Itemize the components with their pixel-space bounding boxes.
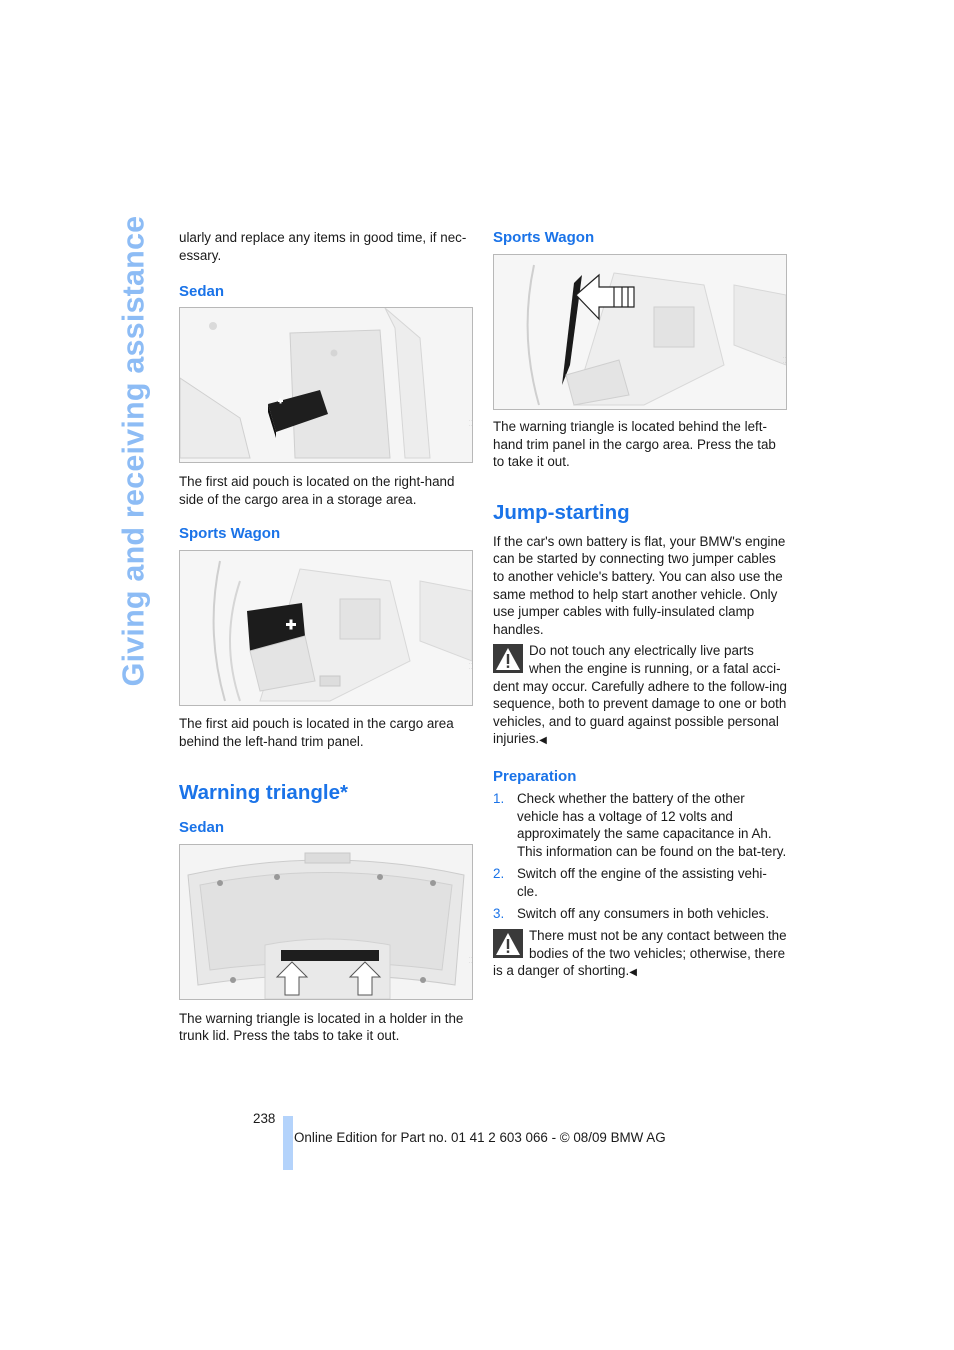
image-code: ⋮⋮ xyxy=(469,418,473,429)
step-item: 1. Check whether the battery of the othe… xyxy=(493,790,787,860)
footer-edition-text: Online Edition for Part no. 01 41 2 603 … xyxy=(294,1130,666,1145)
first-aid-sedan-illustration: ⋮⋮ xyxy=(179,307,473,464)
warning-triangle-wagon-illustration: ⋮⋮ xyxy=(493,254,787,410)
first-aid-wagon-illustration: ⋮⋮ xyxy=(179,550,473,707)
step-item: 3. Switch off any consumers in both vehi… xyxy=(493,905,787,923)
first-aid-wagon-caption: The first aid pouch is located in the ca… xyxy=(179,716,454,749)
preparation-heading: Preparation xyxy=(493,767,577,785)
warning-note-2: There must not be any contact between th… xyxy=(493,927,787,982)
right-column: Sports Wagon ⋮⋮ The warning triangle is … xyxy=(493,229,787,982)
end-mark: ◀ xyxy=(539,735,547,747)
warning-note-1: Do not touch any electrically live parts… xyxy=(493,642,787,750)
step-number: 1. xyxy=(493,790,505,806)
image-code: ⋮⋮ xyxy=(783,355,787,365)
step-text: Check whether the battery of the other v… xyxy=(517,790,787,859)
footer-accent-bar xyxy=(283,1116,293,1170)
image-code: ⋮⋮ xyxy=(469,661,473,672)
step-item: 2. Switch off the engine of the assistin… xyxy=(493,865,787,900)
page-number: 238 xyxy=(253,1111,276,1126)
step-text: Switch off any consumers in both vehicle… xyxy=(517,906,770,922)
left-column: ularly and replace any items in good tim… xyxy=(179,229,473,1045)
warning-triangle-icon xyxy=(493,929,523,959)
intro-text: ularly and replace any items in good tim… xyxy=(179,230,467,263)
end-mark: ◀ xyxy=(629,967,637,979)
warning-triangle-wagon-caption: The warning triangle is located behind t… xyxy=(493,419,776,470)
warning-triangle-sedan-heading: Sedan xyxy=(179,818,225,836)
jump-starting-intro: If the car's own battery is flat, your B… xyxy=(493,533,786,637)
warning-note-1-text: Do not touch any electrically live parts… xyxy=(493,643,788,747)
first-aid-sedan-caption: The first aid pouch is located on the ri… xyxy=(179,474,455,507)
warning-triangle-icon xyxy=(493,644,523,674)
warning-triangle-sedan-illustration: ⋮⋮ xyxy=(179,843,473,1000)
warning-triangle-wagon-heading: Sports Wagon xyxy=(493,229,595,246)
chapter-side-title-text: Giving and receiving assistance xyxy=(116,215,151,687)
chapter-side-title: Giving and receiving assistance xyxy=(112,216,156,687)
step-text: Switch off the engine of the assisting v… xyxy=(517,866,767,899)
warning-triangle-sedan-caption: The warning triangle is located in a hol… xyxy=(179,1010,464,1044)
step-number: 3. xyxy=(493,906,505,922)
step-number: 2. xyxy=(493,866,505,882)
jump-starting-heading: Jump-starting xyxy=(493,500,630,524)
preparation-steps: 1. Check whether the battery of the othe… xyxy=(493,790,787,923)
image-code: ⋮⋮ xyxy=(469,954,473,965)
first-aid-wagon-heading: Sports Wagon xyxy=(179,525,281,543)
first-aid-sedan-heading: Sedan xyxy=(179,283,225,301)
warning-triangle-heading: Warning triangle* xyxy=(179,780,348,804)
warning-note-2-text: There must not be any contact between th… xyxy=(493,928,787,979)
